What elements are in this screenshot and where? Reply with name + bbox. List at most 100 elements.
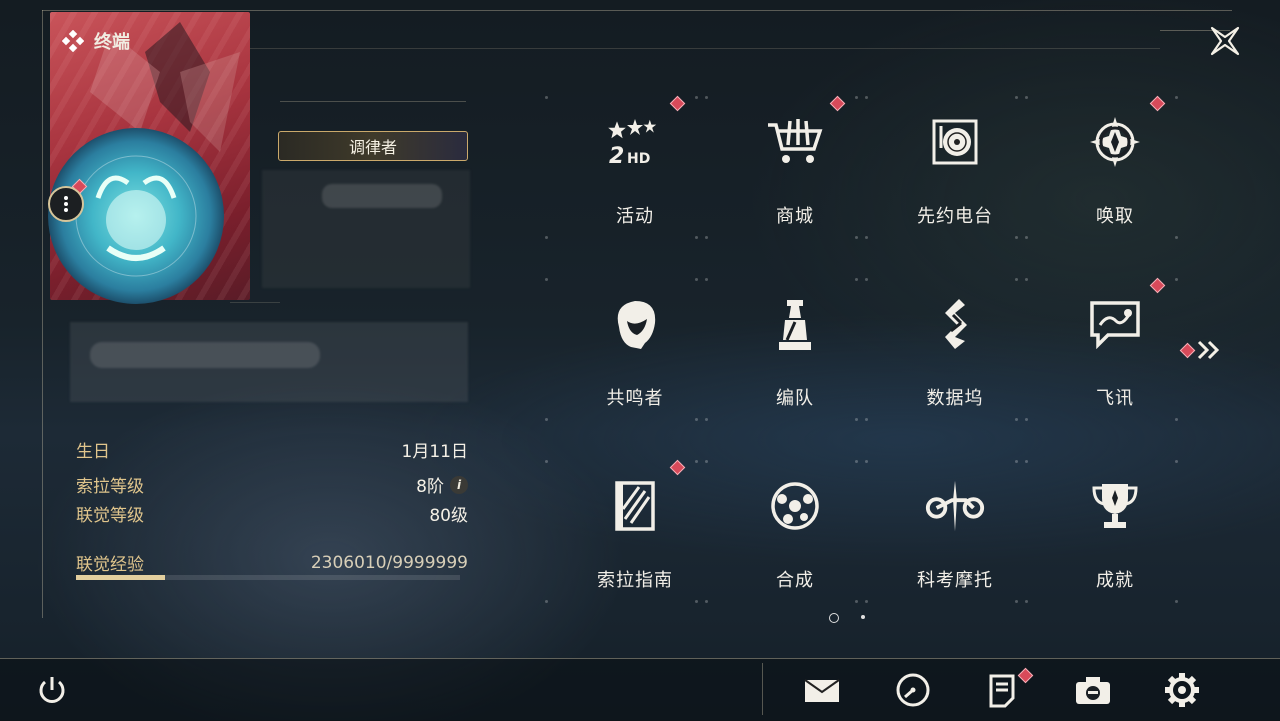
menu-item-label: 先约电台 [917, 206, 993, 227]
tile-frame-dot [695, 600, 698, 603]
menu-item-label: 唤取 [1096, 206, 1134, 227]
menu-item-6[interactable]: 编队 [720, 272, 870, 442]
menu-item-label: 科考摩托 [917, 570, 993, 591]
tile-frame-dot [1015, 460, 1018, 463]
tile-frame-dot [695, 418, 698, 421]
tile-frame-dot [705, 96, 708, 99]
stat-label: 生日 [76, 442, 110, 462]
settings-button[interactable] [1162, 670, 1202, 710]
close-icon [1210, 26, 1240, 56]
menu-item-label: 编队 [776, 388, 814, 409]
tile-frame-dot [865, 418, 868, 421]
shop-cart-icon [763, 110, 827, 174]
profile-menu-button[interactable] [48, 186, 84, 222]
tile-frame-dot [545, 236, 548, 239]
tile-frame-dot [1025, 418, 1028, 421]
stat-value: 8阶 [416, 477, 444, 497]
tile-frame-dot [865, 278, 868, 281]
menu-item-label: 成就 [1096, 570, 1134, 591]
menu-item-2[interactable]: 商城 [720, 90, 870, 260]
motorcycle-icon [923, 474, 987, 538]
tile-frame-dot [1015, 600, 1018, 603]
activity-2hd-icon: 2 HD [603, 110, 667, 174]
tile-frame-dot [1015, 278, 1018, 281]
info-icon[interactable]: i [450, 475, 468, 494]
tile-frame-dot [1175, 418, 1178, 421]
power-button[interactable] [32, 670, 72, 710]
top-frame-line [42, 10, 1232, 11]
union-exp-row: 联觉经验 2306010/9999999 [76, 550, 468, 576]
menu-item-5[interactable]: 共鸣者 [560, 272, 710, 442]
tile-frame-dot [865, 96, 868, 99]
exp-progress-bar [76, 575, 460, 580]
menu-item-4[interactable]: 唤取 [1040, 90, 1190, 260]
tile-frame-dot [855, 96, 858, 99]
tile-frame-dot [705, 418, 708, 421]
page-indicator-1[interactable] [829, 613, 839, 623]
bottom-divider [762, 663, 763, 715]
tile-frame-dot [705, 600, 708, 603]
tile-frame-dot [1015, 236, 1018, 239]
next-page-button[interactable] [1196, 338, 1222, 362]
menu-item-1[interactable]: 2 HD 活动 [560, 90, 710, 260]
menu-item-label: 活动 [616, 206, 654, 227]
birthday-row: 生日 1月11日 [76, 437, 468, 462]
menu-item-label: 共鸣者 [606, 388, 664, 409]
tile-frame-dot [705, 278, 708, 281]
menu-item-7[interactable]: 数据坞 [880, 272, 1030, 442]
player-info-redacted [262, 170, 470, 288]
menu-item-label: 商城 [776, 206, 814, 227]
menu-item-3[interactable]: 先约电台 [880, 90, 1030, 260]
tile-frame-dot [1015, 418, 1018, 421]
menu-item-8[interactable]: 飞讯 [1040, 272, 1190, 442]
power-icon [39, 677, 65, 703]
left-frame-line [42, 10, 43, 618]
tile-frame-dot [855, 460, 858, 463]
union-level-row: 联觉等级 80级 [76, 501, 468, 526]
clock-icon [896, 673, 930, 707]
stat-value: 80级 [429, 506, 468, 526]
settings-gear-icon [1165, 673, 1199, 707]
menu-item-11[interactable]: 科考摩托 [880, 454, 1030, 624]
tile-frame-dot [545, 460, 548, 463]
tile-frame-dot [855, 418, 858, 421]
close-button[interactable] [1208, 24, 1242, 58]
stat-value: 2306010/9999999 [310, 552, 468, 573]
convene-compass-icon [1083, 110, 1147, 174]
camera-button[interactable] [1073, 670, 1113, 710]
page-title: 终端 [94, 32, 130, 53]
header-divider-line [250, 48, 1160, 49]
tile-frame-dot [1175, 96, 1178, 99]
mail-button[interactable] [802, 670, 842, 710]
mail-icon [804, 679, 840, 702]
stat-label: 索拉等级 [76, 477, 144, 497]
guide-book-icon [603, 474, 667, 538]
team-chess-icon [763, 292, 827, 356]
menu-item-label: 数据坞 [926, 388, 984, 409]
tile-frame-dot [1025, 278, 1028, 281]
tile-frame-dot [705, 236, 708, 239]
terminal-header: 终端 [62, 28, 130, 54]
name-divider-line [280, 101, 466, 102]
tile-frame-dot [695, 236, 698, 239]
tile-frame-dot [1175, 460, 1178, 463]
tile-frame-dot [855, 600, 858, 603]
message-chat-icon [1083, 292, 1147, 356]
menu-item-9[interactable]: 索拉指南 [560, 454, 710, 624]
tile-frame-dot [545, 418, 548, 421]
page-indicator-2[interactable] [861, 615, 865, 619]
tile-frame-dot [865, 236, 868, 239]
tile-frame-dot [545, 96, 548, 99]
tile-frame-dot [1175, 600, 1178, 603]
menu-item-12[interactable]: 成就 [1040, 454, 1190, 624]
sol-level-row: 索拉等级 8阶 i [76, 472, 468, 497]
tile-frame-dot [695, 278, 698, 281]
title-badge[interactable]: 调律者 [278, 131, 468, 161]
menu-item-10[interactable]: 合成 [720, 454, 870, 624]
stat-label: 联觉等级 [76, 506, 144, 526]
trophy-icon [1083, 474, 1147, 538]
more-vertical-icon [64, 196, 68, 212]
tile-frame-dot [1025, 460, 1028, 463]
notice-button[interactable] [982, 670, 1022, 710]
clock-button[interactable] [893, 670, 933, 710]
